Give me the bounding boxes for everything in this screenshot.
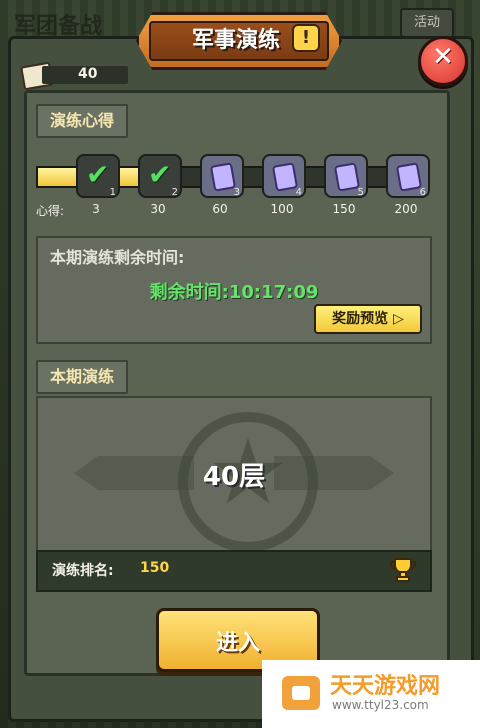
ticket-icon (333, 162, 361, 192)
progress-node-index: 6 (419, 187, 426, 198)
check-icon: ✔ (148, 158, 172, 191)
drill-area: ★ 40层 (36, 396, 432, 554)
progress-node-2[interactable]: ✔ 2 (138, 154, 182, 198)
section-current-title: 本期演练 (36, 360, 129, 394)
progress-node-index: 1 (109, 187, 116, 198)
rank-bar: 演练排名: 150 (36, 550, 432, 592)
rank-value: 150 (140, 560, 170, 576)
progress-node-value: 200 (394, 202, 418, 216)
progress-node-index: 4 (295, 187, 302, 198)
book-count: 40 (78, 66, 98, 82)
watermark: 天天游戏网 www.ttyl23.com (262, 660, 480, 728)
progress-node-index: 3 (233, 187, 240, 198)
progress-node-value: 100 (270, 202, 294, 216)
timer-remaining: 剩余时间:10:17:09 (149, 282, 319, 303)
check-icon: ✔ (86, 158, 110, 191)
progress-label: 心得: (36, 204, 65, 218)
close-icon: ✕ (432, 42, 454, 72)
close-button[interactable]: ✕ (418, 36, 468, 86)
watermark-logo-icon (282, 676, 320, 710)
progress-node-value: 150 (332, 202, 356, 216)
progress-node-6[interactable]: 6 (386, 154, 430, 198)
timer-box: 本期演练剩余时间: 剩余时间:10:17:09 奖励预览 ▷ (36, 236, 432, 344)
reward-preview-button[interactable]: 奖励预览 ▷ (314, 304, 422, 334)
progress-node-1[interactable]: ✔ 1 (76, 154, 120, 198)
progress-node-index: 2 (171, 187, 178, 198)
current-layer: 40层 (202, 462, 266, 492)
info-alert-icon[interactable]: ! (292, 24, 320, 52)
progress-node-value: 3 (92, 202, 100, 216)
timer-title: 本期演练剩余时间: (50, 248, 185, 267)
section-progress-title: 演练心得 (36, 104, 129, 138)
rank-label: 演练排名: (52, 563, 114, 579)
ticket-icon (395, 162, 423, 192)
ticket-icon (271, 162, 299, 192)
ticket-icon (209, 162, 237, 192)
trophy-icon[interactable] (388, 556, 418, 584)
background-tab-activity[interactable]: 活动 (400, 8, 454, 38)
progress-node-value: 60 (212, 202, 228, 216)
enter-label: 进入 (215, 631, 260, 656)
arrow-right-icon: ▷ (393, 311, 404, 327)
watermark-url: www.ttyl23.com (332, 698, 429, 712)
progress-node-index: 5 (357, 187, 364, 198)
reward-preview-label: 奖励预览 (332, 311, 389, 327)
progress-node-5[interactable]: 5 (324, 154, 368, 198)
progress-node-3[interactable]: 3 (200, 154, 244, 198)
progress-node-value: 30 (150, 202, 166, 216)
progress-node-4[interactable]: 4 (262, 154, 306, 198)
watermark-brand: 天天游戏网 (330, 674, 441, 699)
